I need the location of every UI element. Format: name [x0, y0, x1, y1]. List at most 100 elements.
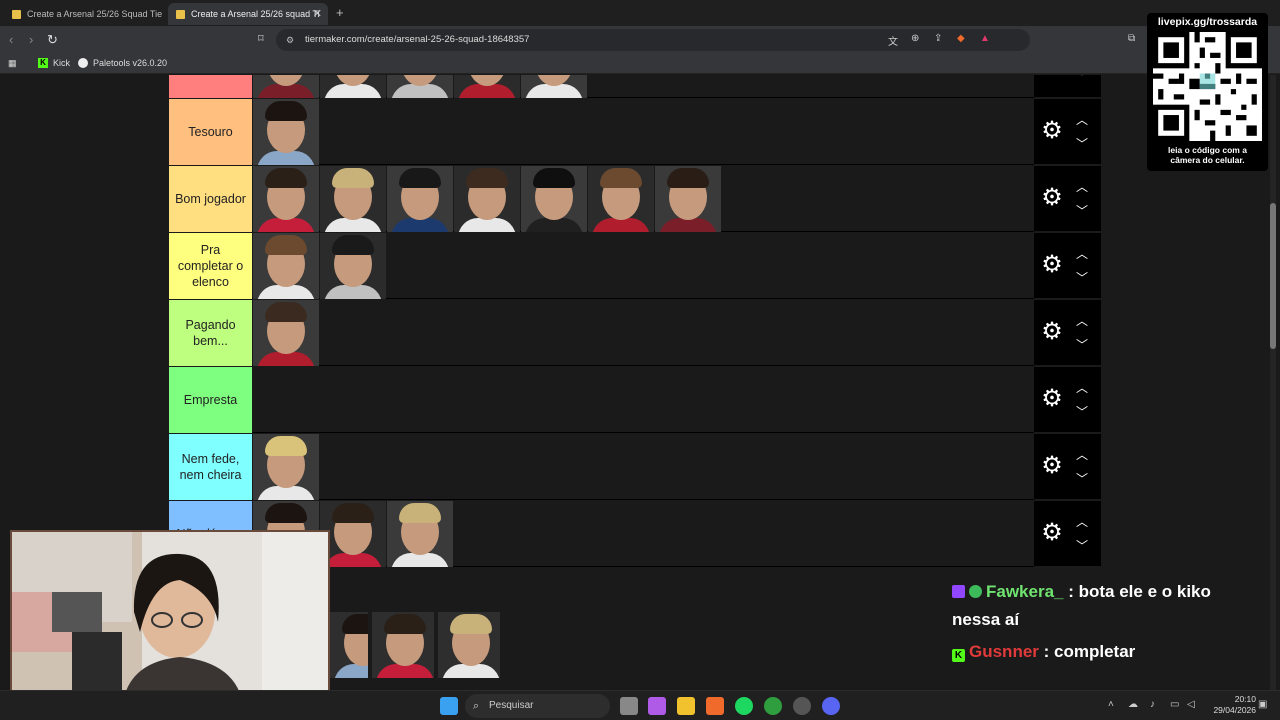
player-card[interactable]	[655, 166, 721, 232]
settings-gear-icon[interactable]: ⚙	[1040, 119, 1064, 143]
xbox-icon[interactable]	[764, 697, 782, 715]
close-tab-icon[interactable]: ✕	[313, 7, 322, 20]
tier-players	[253, 99, 320, 165]
tier-label[interactable]: Nem fede, nem cheira	[169, 434, 252, 500]
translate-icon[interactable]: 文	[888, 33, 898, 48]
file-explorer-icon[interactable]	[677, 697, 695, 715]
player-card[interactable]	[521, 75, 587, 98]
player-card[interactable]	[387, 501, 453, 567]
taskbar-search[interactable]: ⌕ Pesquisar	[465, 694, 610, 718]
move-up-chevron-icon[interactable]: ︿	[1074, 446, 1090, 463]
extensions-icon[interactable]: ⧉	[1128, 33, 1135, 44]
unranked-player-card[interactable]	[372, 612, 434, 678]
taskbar-clock[interactable]: 20:10 29/04/2026	[1200, 694, 1256, 716]
player-card[interactable]	[253, 99, 319, 165]
brave-browser-icon[interactable]	[706, 697, 724, 715]
move-down-chevron-icon[interactable]: ﹀	[1074, 403, 1090, 420]
tier-controls: ⚙ ︿ ﹀	[1034, 367, 1101, 433]
share-icon[interactable]: ⇪	[934, 33, 942, 44]
move-up-chevron-icon[interactable]: ︿	[1074, 178, 1090, 195]
onedrive-icon[interactable]: ☁	[1128, 699, 1138, 710]
player-card[interactable]	[387, 166, 453, 232]
move-down-chevron-icon[interactable]: ﹀	[1074, 135, 1090, 152]
unranked-player-card[interactable]	[330, 612, 368, 678]
move-up-chevron-icon[interactable]: ︿	[1074, 379, 1090, 396]
bookmark-label: Kick	[53, 58, 71, 68]
tier-controls: ⚙ ︿ ﹀	[1034, 434, 1101, 500]
copilot-icon[interactable]	[648, 697, 666, 715]
apps-grid-icon[interactable]: ▦	[8, 58, 17, 69]
steam-icon[interactable]	[793, 697, 811, 715]
bookmark-kick[interactable]: K Kick	[38, 58, 70, 68]
tier-label[interactable]: Pra completar o elenco	[169, 233, 252, 299]
tier-label[interactable]: Pagando bem...	[169, 300, 252, 366]
bookmark-paletools[interactable]: Paletools v26.0.20	[78, 58, 167, 68]
move-up-chevron-icon[interactable]: ︿	[1074, 513, 1090, 530]
settings-gear-icon[interactable]: ⚙	[1040, 75, 1064, 76]
volume-icon[interactable]: ◁	[1187, 699, 1195, 710]
player-card[interactable]	[320, 75, 386, 98]
settings-gear-icon[interactable]: ⚙	[1040, 521, 1064, 545]
scrollbar-thumb[interactable]	[1270, 203, 1276, 349]
move-down-chevron-icon[interactable]: ﹀	[1074, 470, 1090, 487]
player-card[interactable]	[253, 166, 319, 232]
move-down-chevron-icon[interactable]: ﹀	[1074, 537, 1090, 554]
settings-gear-icon[interactable]: ⚙	[1040, 454, 1064, 478]
settings-gear-icon[interactable]: ⚙	[1040, 387, 1064, 411]
player-card[interactable]	[454, 166, 520, 232]
qr-title: livepix.gg/trossarda	[1157, 16, 1258, 28]
tier-controls: ⚙ ︿ ﹀	[1034, 233, 1101, 299]
player-card[interactable]	[253, 75, 319, 98]
tray-chevron-icon[interactable]: ˄	[1108, 699, 1114, 710]
move-up-chevron-icon[interactable]: ︿	[1074, 111, 1090, 128]
brave-rewards-icon[interactable]: ▲	[980, 33, 990, 44]
move-down-chevron-icon[interactable]: ﹀	[1074, 269, 1090, 286]
settings-gear-icon[interactable]: ⚙	[1040, 320, 1064, 344]
tab-tier-list[interactable]: Create a Arsenal 25/26 Squad Tier Lis	[4, 3, 162, 25]
stream-chat-overlay: Fawkera_ : bota ele e o kiko nessa aí KG…	[952, 578, 1252, 666]
player-card[interactable]	[253, 434, 319, 500]
forward-arrow-icon[interactable]: ›	[29, 32, 33, 47]
notifications-icon[interactable]: ▣	[1258, 699, 1267, 710]
player-card[interactable]	[387, 75, 453, 98]
spotify-icon[interactable]	[735, 697, 753, 715]
player-card[interactable]	[253, 300, 319, 366]
discord-icon[interactable]	[822, 697, 840, 715]
paletools-icon	[78, 58, 88, 68]
zoom-icon[interactable]: ⊕	[911, 33, 919, 44]
site-info-icon[interactable]: ⚙	[286, 29, 294, 51]
back-arrow-icon[interactable]: ‹	[9, 32, 13, 47]
move-up-chevron-icon[interactable]: ︿	[1074, 312, 1090, 329]
network-icon[interactable]: ▭	[1170, 699, 1179, 710]
unranked-player-card[interactable]	[438, 612, 500, 678]
player-card[interactable]	[454, 75, 520, 98]
player-card[interactable]	[320, 166, 386, 232]
tier-label[interactable]: Empresta	[169, 367, 252, 433]
move-down-chevron-icon[interactable]: ﹀	[1074, 202, 1090, 219]
settings-gear-icon[interactable]: ⚙	[1040, 253, 1064, 277]
tab-active-squad[interactable]: Create a Arsenal 25/26 squad Ti ✕	[168, 3, 328, 25]
task-view-icon[interactable]	[620, 697, 638, 715]
settings-gear-icon[interactable]: ⚙	[1040, 186, 1064, 210]
brave-shield-icon[interactable]: ◆	[957, 33, 965, 44]
tab-bar: Create a Arsenal 25/26 Squad Tier Lis Cr…	[0, 0, 1280, 26]
move-up-chevron-icon[interactable]: ︿	[1074, 245, 1090, 262]
livepix-qr-panel: livepix.gg/trossarda leia o código com a…	[1147, 13, 1268, 171]
player-card[interactable]	[320, 233, 386, 299]
move-down-chevron-icon[interactable]: ﹀	[1074, 75, 1090, 85]
bookmark-icon[interactable]: ⌑	[258, 32, 264, 45]
player-card[interactable]	[588, 166, 654, 232]
reload-icon[interactable]: ↻	[47, 32, 58, 48]
page-scrollbar[interactable]	[1270, 75, 1276, 690]
new-tab-button[interactable]: +	[336, 5, 344, 20]
microphone-icon[interactable]: ♪	[1150, 699, 1155, 710]
url-text: tiermaker.com/create/arsenal-25-26-squad…	[305, 34, 530, 45]
move-down-chevron-icon[interactable]: ﹀	[1074, 336, 1090, 353]
player-card[interactable]	[521, 166, 587, 232]
player-card[interactable]	[253, 233, 319, 299]
tier-label[interactable]: Bom jogador	[169, 166, 252, 232]
tier-label[interactable]: Tesouro	[169, 99, 252, 165]
windows-start-icon[interactable]	[440, 697, 458, 715]
tier-label[interactable]	[169, 75, 252, 98]
tier-players	[253, 166, 722, 232]
